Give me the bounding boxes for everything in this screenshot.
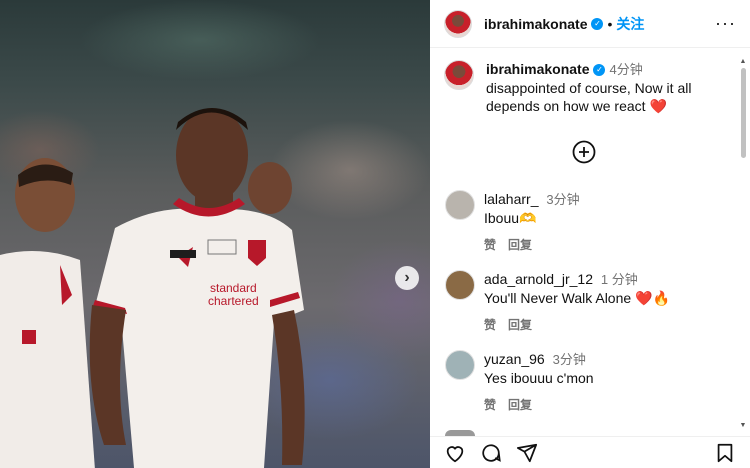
comment-time[interactable]: 1 分钟 [601,272,638,287]
comment-item: yuzan_96 3分钟 Yes ibouuu c'mon 赞 回复 [445,350,735,414]
post-image[interactable]: standard chartered › [0,0,430,468]
comments-scrollbar[interactable]: ▲ ▼ [739,58,747,430]
comment-item: ada_arnold_jr_12 1 分钟 You'll Never Walk … [445,270,735,334]
post-caption: ibrahimakonate ✓ 4分钟 disappointed of cours… [444,60,734,115]
comment-time[interactable]: 3分钟 [546,192,579,207]
post-header: ibrahimakonate ✓ • 关注 ··· [430,0,750,48]
comment-text: Ibouu🫶 [484,210,537,226]
follow-button[interactable]: 关注 [616,14,644,34]
caption-avatar[interactable] [444,60,474,90]
comment-like-button[interactable]: 赞 [484,396,496,414]
comment-username[interactable]: lalaharr_ [484,191,538,207]
comment-avatar[interactable] [445,190,475,220]
verified-icon: ✓ [591,17,604,30]
scroll-down-arrow-icon[interactable]: ▼ [739,422,747,430]
jersey-sponsor-line2: chartered [208,294,259,308]
add-comment-icon[interactable] [572,140,596,164]
author-username[interactable]: ibrahimakonate [484,16,587,32]
comment-avatar[interactable] [445,270,475,300]
bookmark-icon[interactable] [714,442,736,464]
comment-reply-button[interactable]: 回复 [508,316,532,334]
instagram-post-view: standard chartered › ibrahimakonate ✓ • … [0,0,750,468]
player-photo: standard chartered [0,108,305,468]
comment-icon[interactable] [480,442,502,464]
comment-username[interactable]: ada_arnold_jr_12 [484,271,593,287]
comment-like-button[interactable]: 赞 [484,236,496,254]
comment-like-button[interactable]: 赞 [484,316,496,334]
comment-avatar[interactable] [445,350,475,380]
next-image-icon[interactable]: › [395,266,419,290]
comment-time[interactable]: 3分钟 [553,352,586,367]
comment-text: You'll Never Walk Alone ❤️🔥 [484,290,670,306]
scroll-up-arrow-icon[interactable]: ▲ [739,58,747,66]
author-avatar[interactable] [444,9,472,38]
comment-item: lalaharr_ 3分钟 Ibouu🫶 赞 回复 [445,190,735,254]
jersey-sponsor-line1: standard [210,281,257,295]
caption-username[interactable]: ibrahimakonate [486,61,589,77]
verified-icon: ✓ [593,64,606,77]
comment-text: Yes ibouuu c'mon [484,370,594,386]
post-action-bar [430,436,750,468]
comment-username[interactable]: yuzan_96 [484,351,545,367]
header-separator: • [607,15,613,32]
more-icon[interactable]: ··· [715,13,736,34]
scrollbar-thumb[interactable] [741,68,746,158]
caption-time[interactable]: 4分钟 [609,62,642,77]
share-icon[interactable] [516,442,538,464]
heart-icon[interactable] [444,442,466,464]
comment-reply-button[interactable]: 回复 [508,396,532,414]
caption-emoji: ❤️ [649,98,667,114]
comment-reply-button[interactable]: 回复 [508,236,532,254]
